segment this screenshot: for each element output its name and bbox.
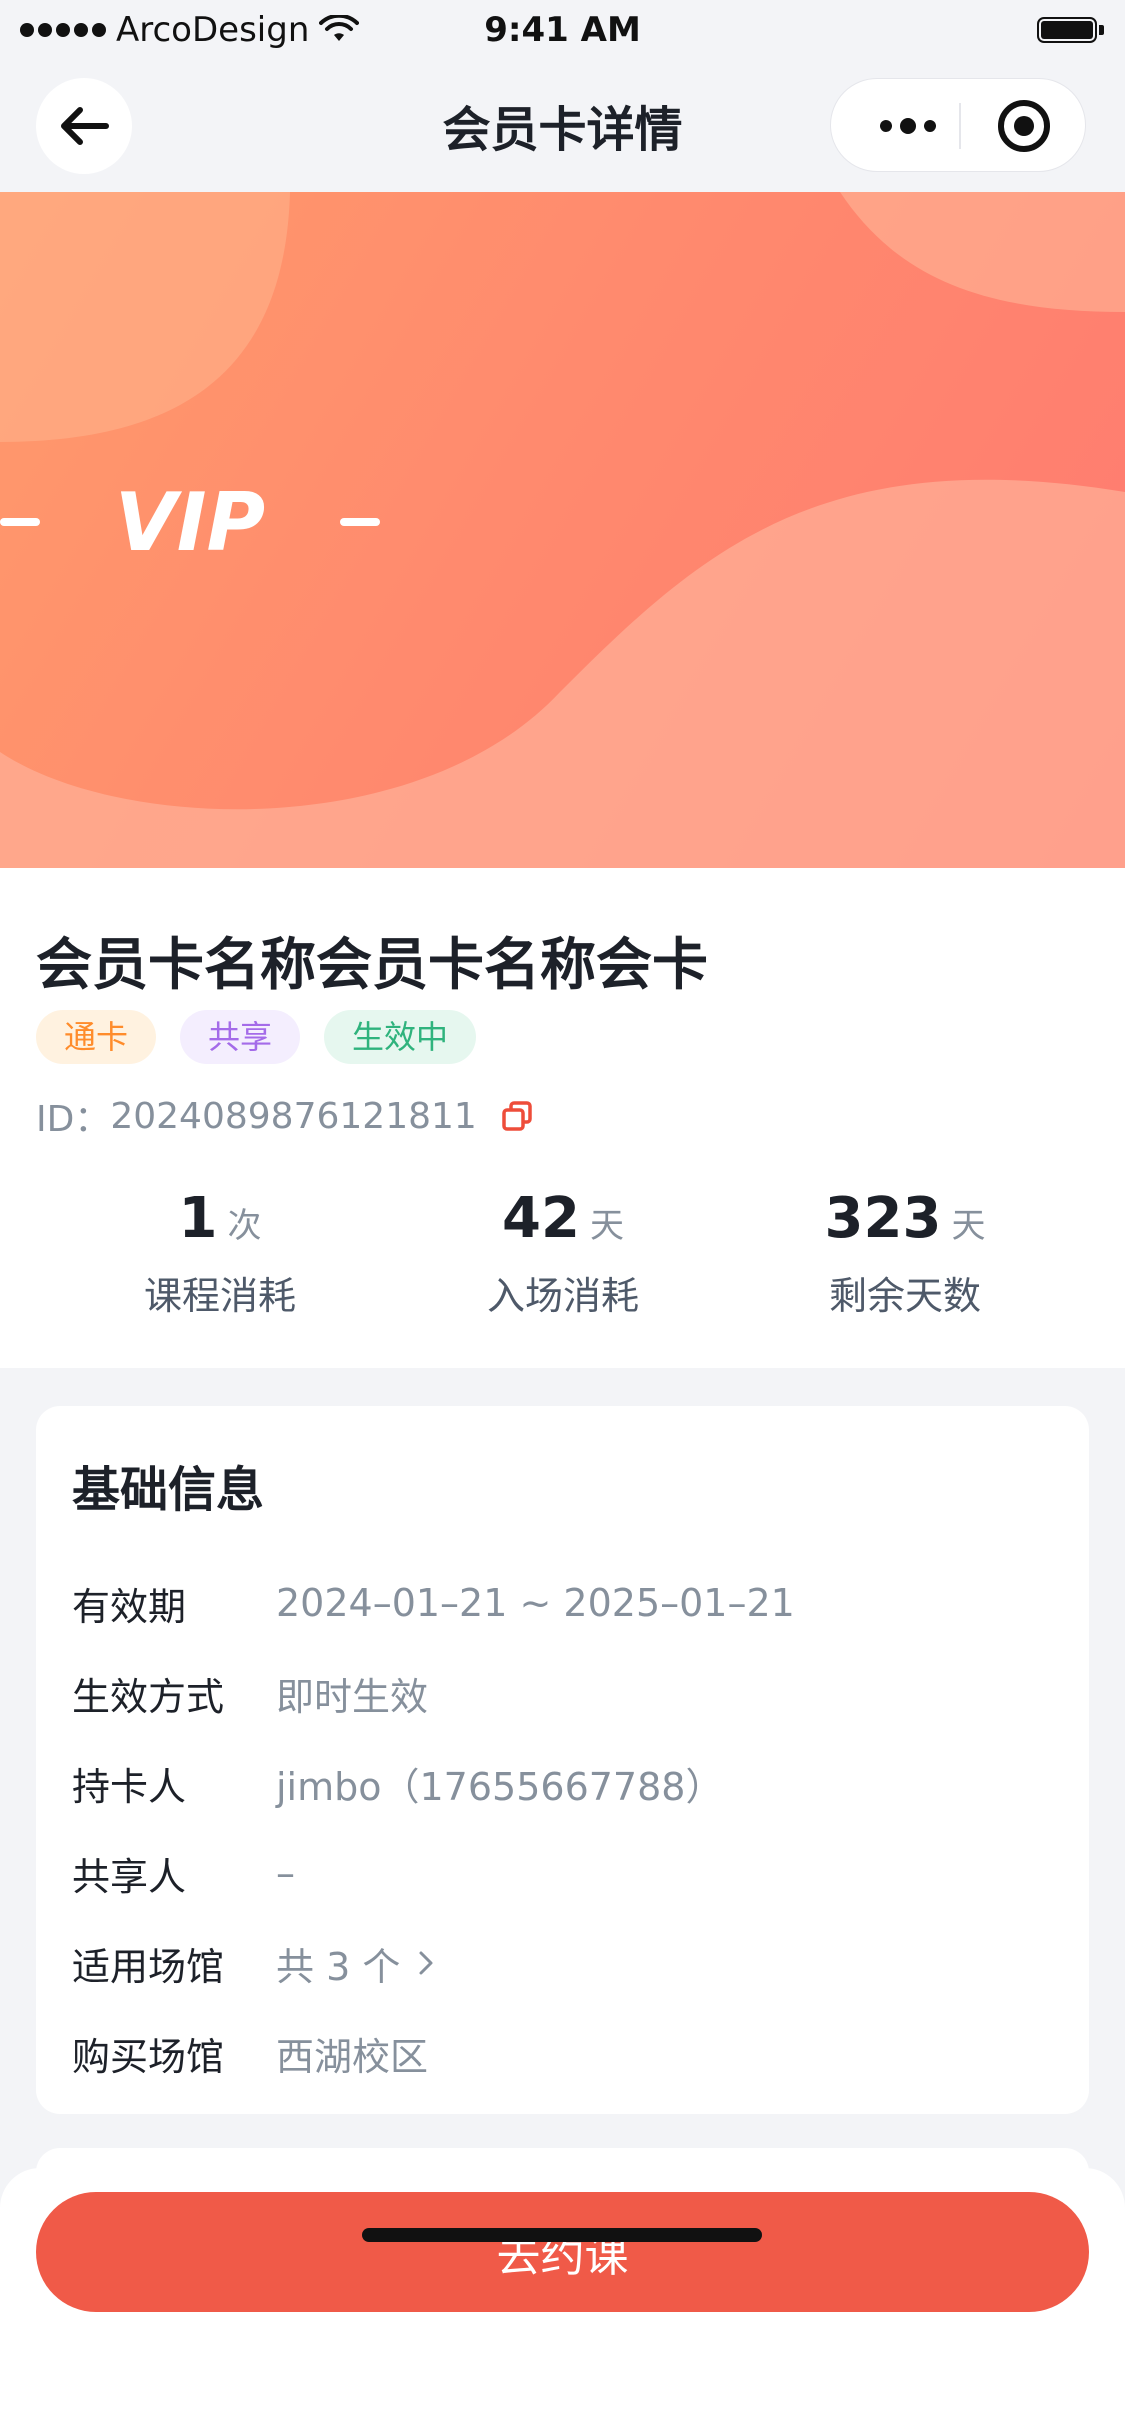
stat-unit: 天 [589, 1206, 624, 1246]
vip-banner: VIP [0, 192, 1125, 868]
copy-icon[interactable] [501, 1100, 533, 1132]
capsule-divider [959, 103, 961, 149]
usage-stats: 1次 课程消耗 42 天 入场消耗 323 天 剩余天数 [0, 1186, 1125, 1336]
stat-label: 入场消耗 [486, 1274, 639, 1318]
more-dots-icon [880, 118, 936, 134]
row-venues[interactable]: 适用场馆 共 3 个 [72, 1918, 1052, 2008]
chevron-right-icon [419, 1951, 433, 1975]
basic-info-title: 基础信息 [72, 1462, 265, 1518]
stat-entry-usage: 42 天 入场消耗 [393, 1186, 733, 1320]
stat-value: 323 [824, 1186, 942, 1251]
row-key: 有效期 [72, 1584, 187, 1629]
row-key: 生效方式 [72, 1674, 225, 1719]
stat-value: 1 [178, 1186, 218, 1251]
card-name: 会员卡名称会员卡名称会卡 [36, 933, 708, 998]
basic-info-card: 基础信息 有效期 2024–01–21 ~ 2025–01–21 生效方式 即时… [36, 1406, 1089, 2114]
row-value: 西湖校区 [276, 2034, 429, 2079]
stat-unit: 天 [951, 1206, 986, 1246]
card-id-value: 2024089876121811 [110, 1095, 477, 1137]
bottom-action-bar: 去约课 [0, 2168, 1125, 2436]
row-value: jimbo（17655667788） [276, 1764, 724, 1809]
stat-label: 剩余天数 [828, 1274, 981, 1318]
stat-value: 42 [502, 1186, 580, 1251]
mini-program-capsule [830, 78, 1086, 172]
book-class-button[interactable]: 去约课 [36, 2192, 1089, 2312]
row-purchase-venue: 购买场馆 西湖校区 [72, 2008, 1052, 2098]
row-value: – [276, 1851, 295, 1895]
vip-logo: VIP [0, 482, 380, 562]
home-indicator [362, 2228, 762, 2242]
row-key: 共享人 [72, 1854, 187, 1899]
basic-info-rows: 有效期 2024–01–21 ~ 2025–01–21 生效方式 即时生效 持卡… [72, 1558, 1052, 2098]
card-info-section: 会员卡名称会员卡名称会卡 通卡 共享 生效中 ID： 2024089876121… [0, 868, 1125, 1368]
status-time: 9:41 AM [484, 10, 641, 50]
card-id-row: ID： 2024089876121811 [36, 1090, 533, 1142]
stat-unit: 次 [227, 1206, 262, 1246]
row-key: 适用场馆 [72, 1944, 225, 1989]
row-sharer: 共享人 – [72, 1828, 1052, 1918]
venues-link[interactable]: 共 3 个 [276, 1936, 434, 1991]
close-mini-program-button[interactable] [979, 79, 1069, 173]
card-id-label: ID： [36, 1099, 111, 1140]
row-value: 即时生效 [276, 1674, 429, 1719]
battery-icon [1037, 17, 1107, 45]
vip-text: VIP [115, 482, 265, 562]
tag-shared: 共享 [180, 1010, 301, 1064]
status-bar: ArcoDesign 9:41 AM [0, 0, 1125, 60]
tag-status: 生效中 [324, 1010, 477, 1064]
row-key: 持卡人 [72, 1764, 187, 1809]
nav-bar: 会员卡详情 [0, 60, 1125, 192]
stat-label: 课程消耗 [143, 1274, 296, 1318]
row-value: 2024–01–21 ~ 2025–01–21 [276, 1581, 795, 1625]
stat-course-usage: 1次 课程消耗 [50, 1186, 390, 1320]
tag-card-type: 通卡 [36, 1010, 157, 1064]
row-holder: 持卡人 jimbo（17655667788） [72, 1738, 1052, 1828]
stat-remaining-days: 323 天 剩余天数 [735, 1186, 1075, 1320]
card-tags: 通卡 共享 生效中 [36, 1010, 477, 1064]
target-icon [998, 100, 1050, 152]
row-value: 共 3 个 [276, 1944, 401, 1989]
row-key: 购买场馆 [72, 2034, 225, 2079]
row-validity: 有效期 2024–01–21 ~ 2025–01–21 [72, 1558, 1052, 1648]
more-button[interactable] [863, 79, 953, 173]
row-activation: 生效方式 即时生效 [72, 1648, 1052, 1738]
